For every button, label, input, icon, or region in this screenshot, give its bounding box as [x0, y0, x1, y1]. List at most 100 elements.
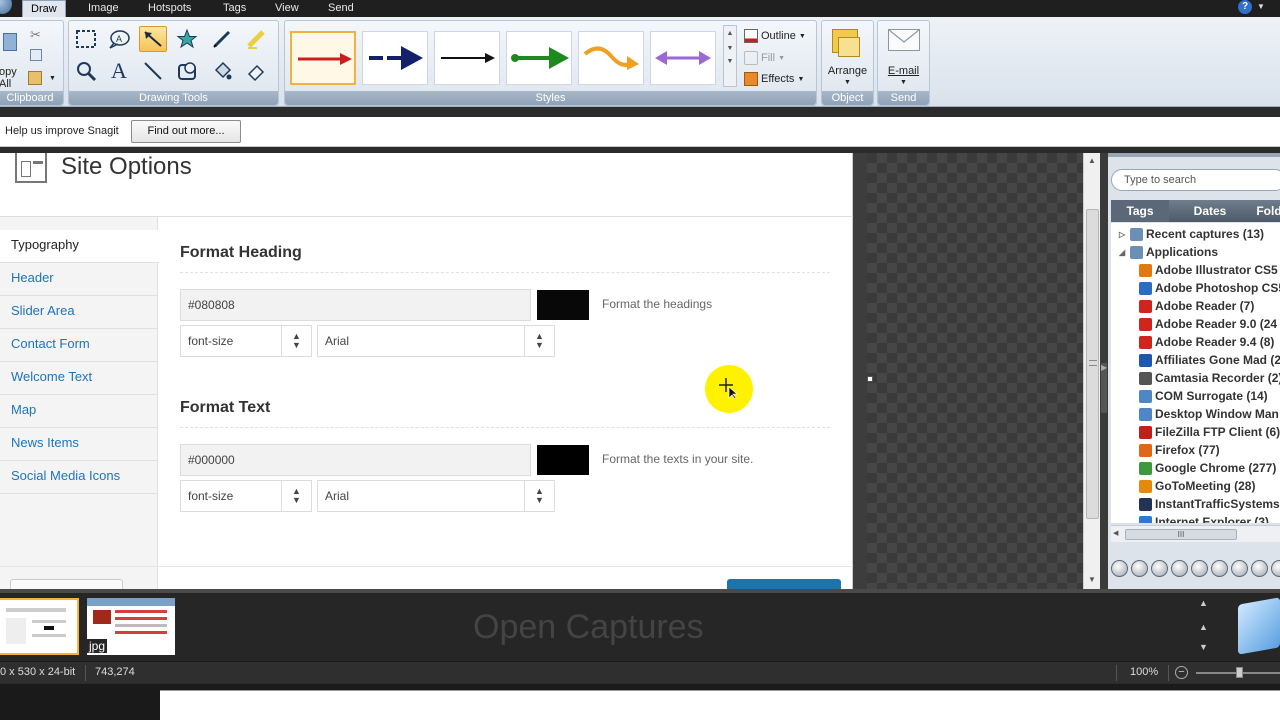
tray-scroll[interactable]: ▲ ▲ ▼ [1196, 596, 1212, 656]
fill-button[interactable]: Fill ▼ [744, 51, 785, 65]
cut-icon[interactable]: ✂ [30, 27, 41, 43]
styles-scroll[interactable]: ▲ ▼ ▼ [723, 25, 737, 87]
tree-item[interactable]: ◢ Applications [1119, 243, 1218, 261]
tree-item[interactable]: InstantTrafficSystems [1139, 495, 1280, 513]
email-button[interactable]: E-mail [878, 65, 929, 77]
copy-all-icon[interactable] [3, 33, 17, 51]
zoom-tool-icon[interactable] [72, 58, 100, 84]
library-tool-3-icon[interactable] [1151, 560, 1168, 577]
selection-tool-icon[interactable] [72, 26, 100, 52]
email-icon[interactable] [888, 29, 920, 51]
canvas-vertical-scrollbar[interactable]: ▲ ▼ [1083, 153, 1100, 589]
tab-draw[interactable]: Draw [22, 0, 66, 17]
library-tool-2-icon[interactable] [1131, 560, 1148, 577]
capture-canvas[interactable]: Site Options Typography Header Slider Ar… [0, 153, 1100, 589]
fill-tool-icon[interactable] [208, 58, 236, 84]
style-purple-double-arrow[interactable] [650, 31, 716, 85]
callout-tool-icon[interactable]: A [105, 26, 133, 52]
tray-scroll-top-icon[interactable]: ▲ [1199, 598, 1208, 608]
tree-item[interactable]: Google Chrome (277) [1139, 459, 1276, 477]
tab-image[interactable]: Image [80, 0, 127, 17]
heading-font-family-select[interactable]: Arial ▲ ▼ [317, 325, 555, 357]
heading-color-swatch[interactable] [537, 290, 589, 320]
styles-scroll-down-icon[interactable]: ▼ [724, 45, 736, 52]
styles-scroll-up-icon[interactable]: ▲ [724, 30, 736, 37]
tray-scroll-up-icon[interactable]: ▲ [1199, 622, 1208, 632]
tree-item[interactable]: Internet Explorer (3) [1139, 513, 1269, 523]
style-green-arrow[interactable] [506, 31, 572, 85]
zoom-out-icon[interactable]: − [1175, 666, 1188, 679]
library-tool-9-icon[interactable] [1271, 560, 1280, 577]
tab-tags[interactable]: Tags [215, 0, 254, 17]
tree-item[interactable]: ▷ Recent captures (13) [1119, 225, 1264, 243]
shape-tool-icon[interactable] [173, 58, 201, 84]
sidebar-item-news-items[interactable]: News Items [0, 428, 158, 461]
library-horizontal-scrollbar[interactable]: ◀ III [1111, 525, 1280, 542]
sidebar-item-typography[interactable]: Typography [0, 230, 159, 263]
help-icon[interactable]: ? [1238, 0, 1252, 14]
text-color-input[interactable]: #000000 [180, 444, 531, 476]
line-tool-icon[interactable] [139, 58, 167, 84]
effects-button[interactable]: Effects ▼ [744, 72, 804, 86]
tree-item[interactable]: COM Surrogate (14) [1139, 387, 1268, 405]
library-scroll-thumb[interactable]: III [1125, 529, 1237, 540]
sidebar-item-header[interactable]: Header [0, 263, 158, 296]
canvas-scroll-thumb[interactable] [1086, 209, 1099, 519]
library-scroll-left-icon[interactable]: ◀ [1113, 529, 1118, 537]
text-color-swatch[interactable] [537, 445, 589, 475]
tab-send[interactable]: Send [320, 0, 362, 17]
library-tool-7-icon[interactable] [1231, 560, 1248, 577]
scroll-down-icon[interactable]: ▼ [1088, 575, 1096, 584]
sidebar-item-social-media-icons[interactable]: Social Media Icons [0, 461, 158, 494]
tree-expander-icon[interactable]: ◢ [1119, 248, 1127, 257]
sidebar-item-welcome-text[interactable]: Welcome Text [0, 362, 158, 395]
library-search-input[interactable]: Type to search [1111, 169, 1280, 191]
sidebar-item-map[interactable]: Map [0, 395, 158, 428]
library-tool-8-icon[interactable] [1251, 560, 1268, 577]
pen-tool-icon[interactable] [208, 26, 236, 52]
library-tool-5-icon[interactable] [1191, 560, 1208, 577]
tree-item[interactable]: Firefox (77) [1139, 441, 1220, 459]
scroll-up-icon[interactable]: ▲ [1088, 156, 1096, 165]
help-dropdown-icon[interactable]: ▼ [1257, 2, 1265, 11]
tree-item[interactable]: Adobe Photoshop CS5 [1139, 279, 1280, 297]
app-orb-button[interactable] [0, 0, 12, 14]
tree-item[interactable]: FileZilla FTP Client (6) [1139, 423, 1280, 441]
tree-item[interactable]: Affiliates Gone Mad (2 [1139, 351, 1280, 369]
reset-button[interactable] [10, 579, 123, 589]
library-splitter[interactable]: ▶ [1100, 153, 1108, 589]
tree-expander-icon[interactable]: ▷ [1119, 230, 1127, 239]
outline-button[interactable]: Outline ▼ [744, 29, 806, 43]
eraser-tool-icon[interactable] [242, 58, 270, 84]
sidebar-item-slider-area[interactable]: Slider Area [0, 296, 158, 329]
heading-font-size-select[interactable]: font-size ▲ ▼ [180, 325, 312, 357]
canvas-resize-handle[interactable] [867, 376, 873, 382]
tree-item[interactable]: Camtasia Recorder (2) [1139, 369, 1280, 387]
tab-library-folders[interactable]: Fold [1249, 200, 1280, 222]
paste-dropdown-icon[interactable]: ▼ [49, 75, 56, 82]
arrow-tool-icon[interactable] [139, 26, 167, 52]
highlighter-tool-icon[interactable] [242, 26, 270, 52]
style-orange-curved-arrow[interactable] [578, 31, 644, 85]
style-black-arrow[interactable] [434, 31, 500, 85]
tab-library-tags[interactable]: Tags [1111, 200, 1169, 222]
styles-more-icon[interactable]: ▼ [724, 58, 736, 65]
tab-view[interactable]: View [267, 0, 307, 17]
library-tool-1-icon[interactable] [1111, 560, 1128, 577]
library-tool-6-icon[interactable] [1211, 560, 1228, 577]
paste-icon[interactable] [28, 71, 42, 85]
tray-scroll-down-icon[interactable]: ▼ [1199, 642, 1208, 652]
copy-icon[interactable] [30, 49, 42, 61]
sidebar-item-contact-form[interactable]: Contact Form [0, 329, 158, 362]
text-font-size-select[interactable]: font-size ▲ ▼ [180, 480, 312, 512]
tab-hotspots[interactable]: Hotspots [140, 0, 199, 17]
text-tool-icon[interactable]: A [105, 58, 133, 84]
tree-item[interactable]: Adobe Reader 9.4 (8) [1139, 333, 1274, 351]
tab-library-dates[interactable]: Dates [1177, 200, 1243, 222]
save-button[interactable] [727, 579, 841, 589]
email-dropdown-icon[interactable]: ▼ [900, 79, 907, 86]
text-font-family-select[interactable]: Arial ▲ ▼ [317, 480, 555, 512]
arrange-button[interactable]: Arrange [822, 65, 873, 77]
tree-item[interactable]: Adobe Reader (7) [1139, 297, 1254, 315]
open-folder-icon[interactable] [1238, 597, 1280, 655]
